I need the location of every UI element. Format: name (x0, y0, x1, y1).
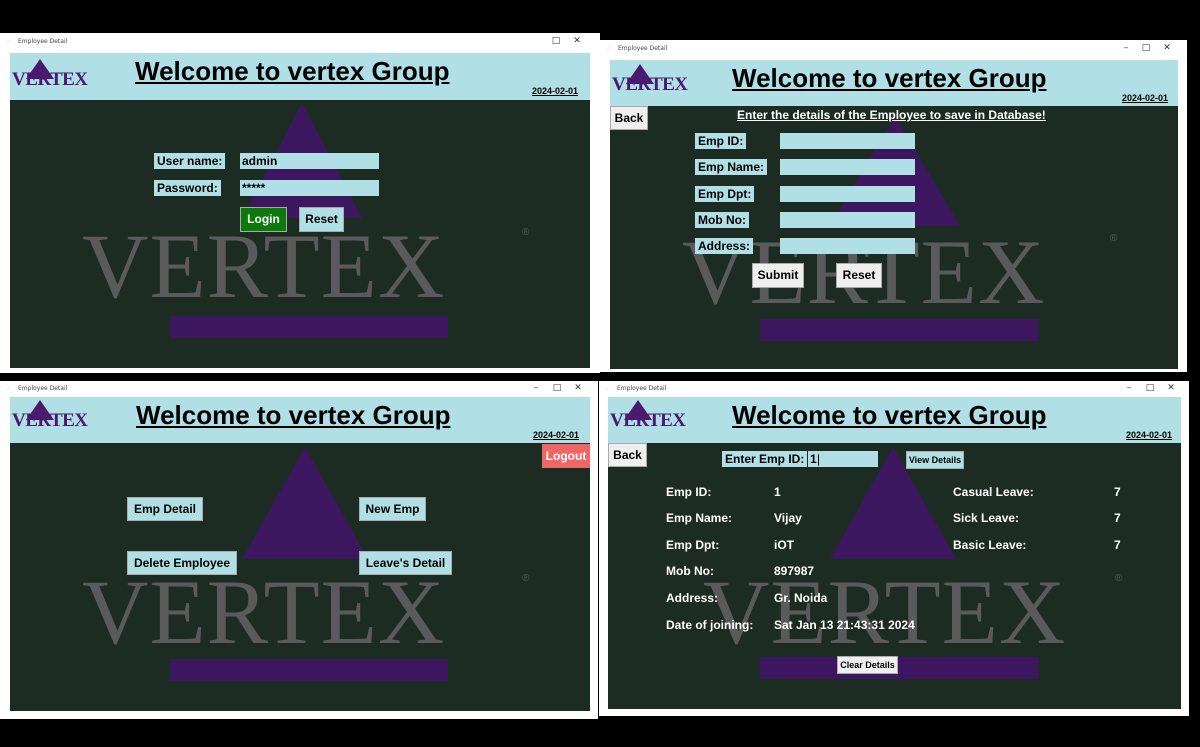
emp-id-label: Emp ID: (695, 133, 747, 149)
username-input[interactable]: admin (240, 153, 379, 169)
header-bar: VERTEX Welcome to vertex Group 2024-02-0… (608, 397, 1181, 443)
emp-id-label: Emp ID: (666, 485, 712, 499)
leaves-detail-button[interactable]: Leave's Detail (359, 551, 452, 575)
address-label: Address: (666, 591, 719, 605)
password-input[interactable]: ***** (240, 180, 379, 196)
header-bar: VERTEX Welcome to vertex Group 2024-02-0… (10, 53, 590, 100)
casual-leave-value: 7 (1114, 485, 1121, 499)
reset-button[interactable]: Reset (299, 207, 344, 232)
emp-dpt-label: Emp Dpt: (695, 186, 755, 202)
casual-leave-label: Casual Leave: (953, 485, 1034, 499)
vertex-logo: VERTEX (12, 400, 92, 431)
delete-employee-button[interactable]: Delete Employee (127, 551, 237, 575)
emp-name-input[interactable] (780, 159, 915, 175)
add-employee-window: Employee Detail – □ ✕ VERTEX Welcome to … (600, 40, 1187, 372)
page-title: Welcome to vertex Group (732, 400, 1047, 430)
emp-id-search-input[interactable]: 1 (808, 451, 878, 467)
instruction-text: Enter the details of the Employee to sav… (737, 108, 1046, 122)
window-title: Employee Detail (18, 38, 68, 45)
address-label: Address: (695, 238, 754, 254)
back-button[interactable]: Back (610, 106, 648, 130)
emp-id-input[interactable] (780, 133, 915, 149)
date-of-joining-value: Sat Jan 13 21:43:31 2024 (774, 618, 915, 632)
header-bar: VERTEX Welcome to vertex Group 2024-02-0… (610, 60, 1178, 106)
feather-app-icon (605, 384, 610, 392)
sick-leave-value: 7 (1114, 511, 1121, 525)
emp-dpt-value: iOT (774, 538, 794, 552)
address-input[interactable] (780, 238, 915, 254)
logout-button[interactable]: Logout (542, 444, 590, 468)
feather-app-icon (6, 384, 11, 392)
username-label: User name: (154, 153, 226, 169)
basic-leave-label: Basic Leave: (953, 538, 1027, 552)
address-value: Gr. Noida (774, 591, 828, 605)
date-label: 2024-02-01 (532, 86, 579, 96)
date-label: 2024-02-01 (1126, 430, 1173, 440)
page-title: Welcome to vertex Group (135, 56, 450, 86)
title-bar: Employee Detail □ ✕ (0, 33, 600, 53)
back-button[interactable]: Back (608, 443, 647, 467)
search-label: Enter Emp ID: (722, 451, 808, 467)
date-label: 2024-02-01 (1122, 93, 1169, 103)
mob-no-label: Mob No: (695, 212, 749, 228)
emp-dpt-input[interactable] (780, 186, 915, 202)
mob-no-label: Mob No: (666, 564, 714, 578)
dashboard-window: Employee Detail – □ ✕ VERTEX Welcome to … (0, 381, 598, 719)
minimize-icon[interactable]: – (1120, 43, 1132, 53)
login-window: Employee Detail □ ✕ VERTEX Welcome to ve… (0, 33, 600, 373)
date-label: 2024-02-01 (533, 430, 580, 440)
close-icon[interactable]: ✕ (572, 383, 584, 393)
close-icon[interactable]: ✕ (1165, 383, 1177, 393)
emp-id-value: 1 (774, 485, 781, 499)
minimize-icon[interactable]: – (1123, 383, 1135, 393)
maximize-icon[interactable]: □ (1140, 43, 1152, 53)
maximize-icon[interactable]: □ (551, 383, 563, 393)
view-details-window: Employee Detail – □ ✕ VERTEX Welcome to … (599, 381, 1189, 716)
vertex-logo: VERTEX (612, 64, 692, 95)
mob-no-input[interactable] (780, 212, 915, 228)
emp-dpt-label: Emp Dpt: (666, 538, 720, 552)
main-panel: VERTEX ® Back Enter Emp ID: 1 View Detai… (608, 443, 1181, 709)
title-bar: Employee Detail – □ ✕ (600, 40, 1187, 60)
window-title: Employee Detail (617, 385, 667, 392)
page-title: Welcome to vertex Group (732, 63, 1047, 93)
reset-button[interactable]: Reset (836, 263, 882, 288)
feather-app-icon (6, 37, 11, 45)
title-bar: Employee Detail – □ ✕ (599, 381, 1189, 397)
emp-name-label: Emp Name: (695, 159, 768, 175)
emp-name-value: Vijay (774, 511, 802, 525)
login-button[interactable]: Login (240, 207, 287, 232)
vertex-logo: VERTEX (610, 400, 690, 431)
header-bar: VERTEX Welcome to vertex Group 2024-02-0… (10, 397, 590, 443)
main-panel: VERTEX ® User name: admin Password: ****… (10, 100, 590, 368)
new-emp-button[interactable]: New Emp (359, 497, 426, 521)
title-bar: Employee Detail – □ ✕ (0, 381, 598, 397)
main-panel: VERTEX ® Enter the details of the Employ… (610, 106, 1178, 369)
window-title: Employee Detail (618, 45, 668, 52)
minimize-icon[interactable]: – (530, 383, 542, 393)
view-details-button[interactable]: View Details (906, 451, 964, 469)
maximize-icon[interactable]: □ (550, 36, 562, 46)
mob-no-value: 897987 (774, 564, 815, 578)
submit-button[interactable]: Submit (752, 263, 804, 288)
date-of-joining-label: Date of joining: (666, 618, 754, 632)
close-icon[interactable]: ✕ (571, 36, 583, 46)
text-cursor (817, 453, 819, 466)
vertex-logo: VERTEX (12, 59, 92, 90)
main-panel: VERTEX ® Logout Emp Detail New Emp Delet… (10, 443, 590, 711)
window-title: Employee Detail (18, 385, 68, 392)
page-title: Welcome to vertex Group (136, 400, 451, 430)
close-icon[interactable]: ✕ (1161, 43, 1173, 53)
basic-leave-value: 7 (1114, 538, 1121, 552)
maximize-icon[interactable]: □ (1144, 383, 1156, 393)
sick-leave-label: Sick Leave: (953, 511, 1020, 525)
emp-detail-button[interactable]: Emp Detail (127, 497, 203, 521)
password-label: Password: (154, 180, 221, 196)
clear-details-button[interactable]: Clear Details (837, 656, 898, 674)
feather-app-icon (606, 44, 611, 52)
emp-name-label: Emp Name: (666, 511, 733, 525)
